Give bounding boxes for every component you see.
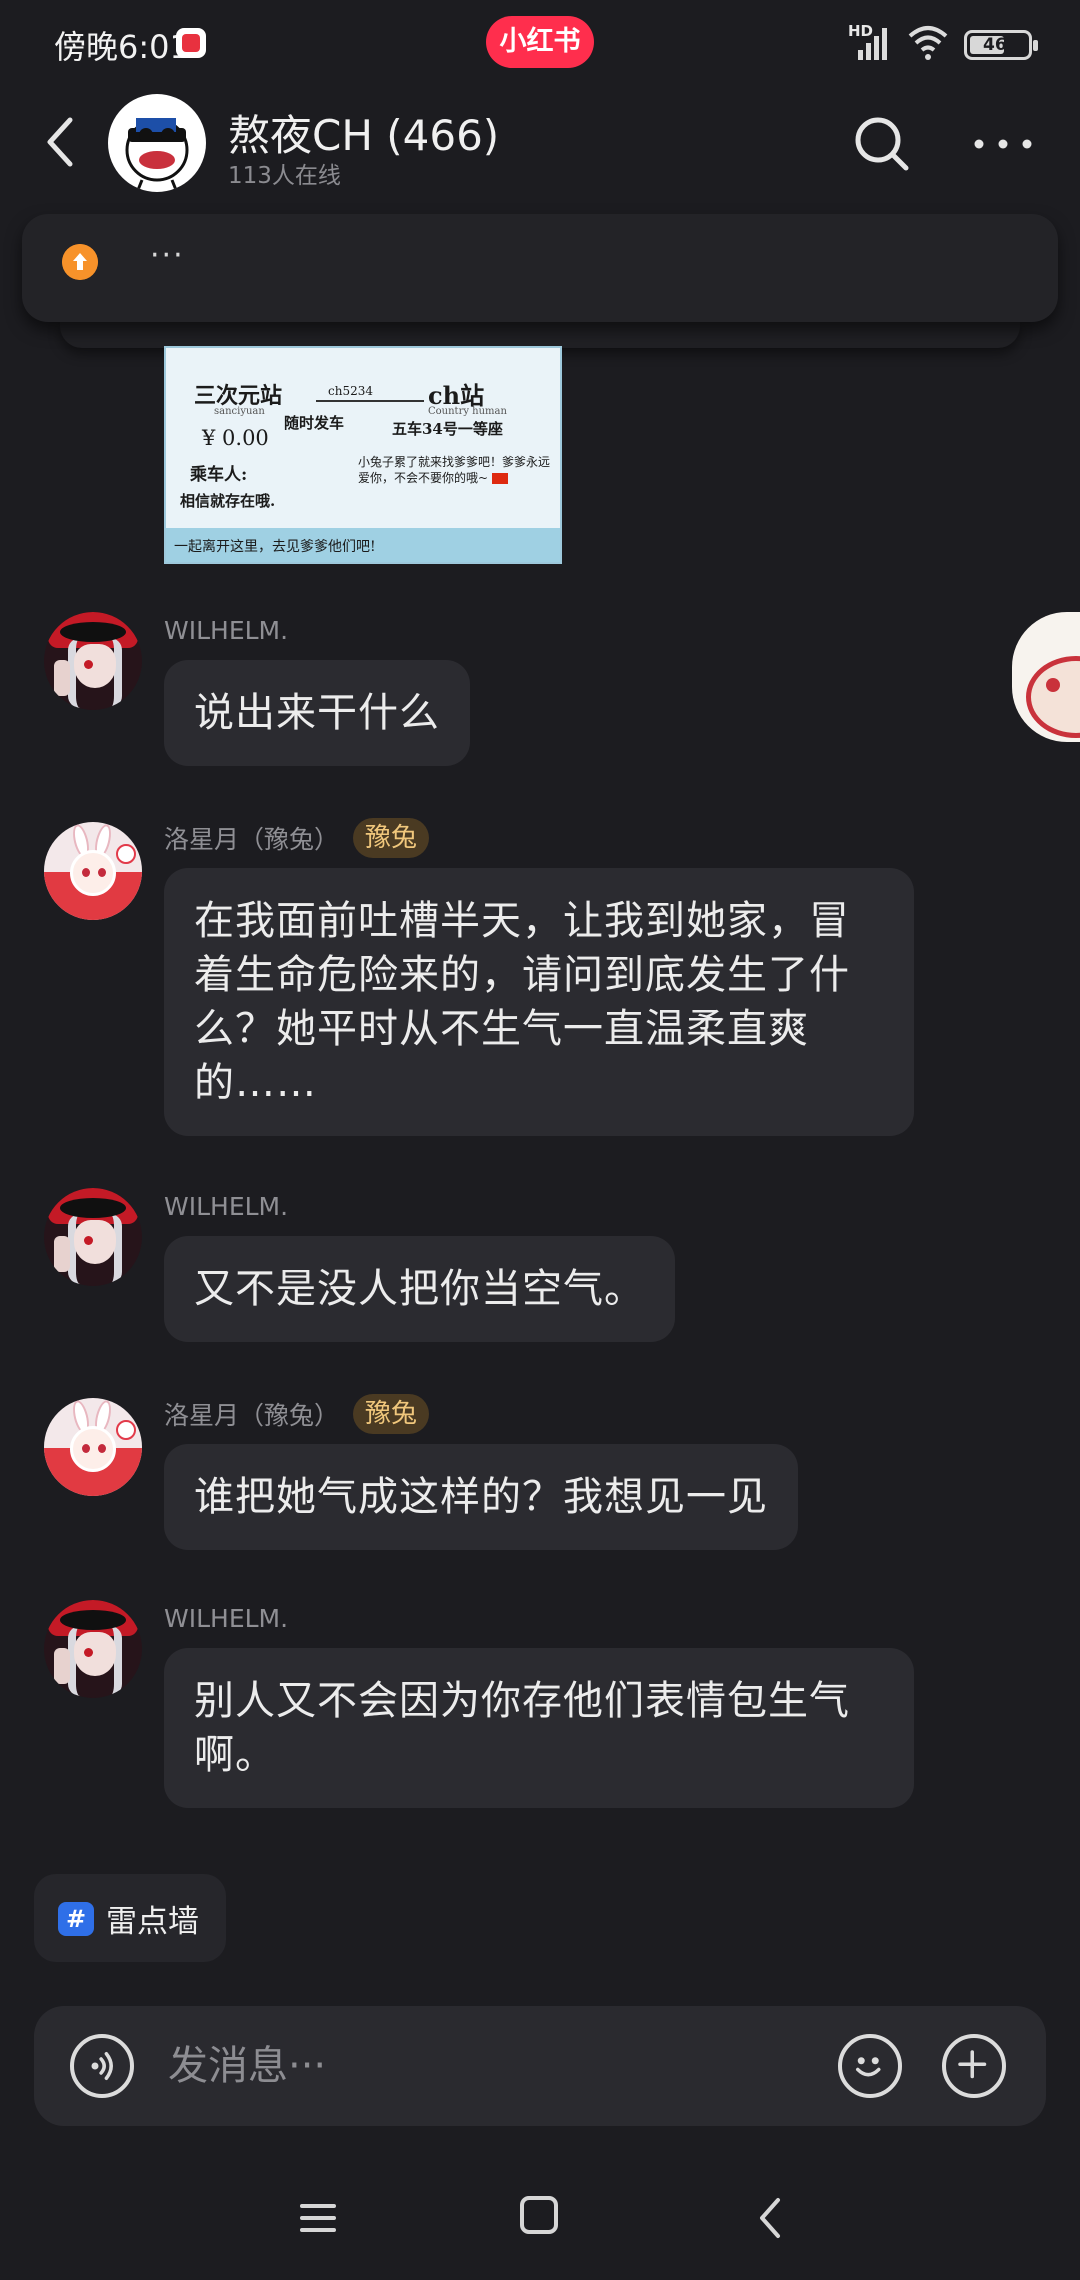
- wifi-icon: [908, 26, 948, 60]
- topic-label: 雷点墙: [106, 1904, 199, 1940]
- status-bar: 傍晚6:01 小红书 HD 46: [0, 0, 1080, 84]
- signal-icon: [858, 28, 887, 60]
- pinned-card-shadow: [60, 322, 1020, 348]
- avatar-wilhelm[interactable]: [44, 1600, 142, 1698]
- floating-sticker[interactable]: [1012, 612, 1080, 742]
- ticket-to-sub: Country human: [428, 406, 507, 417]
- sender-name: 洛星月（豫兔）: [164, 1401, 340, 1430]
- ticket-departure: 随时发车: [284, 414, 345, 432]
- emoji-icon[interactable]: [838, 2034, 902, 2098]
- sender-row: 洛星月（豫兔） 豫兔: [164, 1394, 430, 1434]
- message-bubble[interactable]: 谁把她气成这样的？我想见一见: [164, 1444, 798, 1550]
- message-bubble[interactable]: 又不是没人把你当空气。: [164, 1236, 675, 1342]
- topic-chip[interactable]: # 雷点墙: [34, 1874, 226, 1962]
- ticket-arrow: [316, 400, 424, 402]
- app-badge: 小红书: [486, 16, 594, 68]
- online-count: 113人在线: [228, 163, 341, 189]
- ticket-seat: 五车34号一等座: [392, 420, 503, 438]
- message-composer: [34, 2006, 1046, 2126]
- more-dots-icon[interactable]: [970, 124, 1036, 164]
- group-title: 熬夜CH (466): [228, 111, 500, 160]
- ticket-from-sub: sanciyuan: [214, 406, 265, 417]
- shared-ticket-image[interactable]: 三次元站 sanciyuan ch5234 随时发车 ch站 Country h…: [164, 346, 562, 564]
- sender-row: 洛星月（豫兔） 豫兔: [164, 818, 430, 858]
- hashtag-icon: #: [58, 1902, 94, 1936]
- flag-icon: [491, 473, 508, 484]
- battery-icon: 46: [964, 30, 1038, 60]
- sender-name: 洛星月（豫兔）: [164, 825, 340, 854]
- system-nav-bar: [0, 2160, 1080, 2280]
- ticket-code: ch5234: [328, 384, 373, 398]
- search-icon[interactable]: [852, 114, 912, 174]
- chat-header: 熬夜CH (466) 113人在线: [0, 84, 1080, 204]
- sender-name: WILHELM.: [164, 1604, 289, 1633]
- recent-apps-icon[interactable]: [298, 2198, 338, 2238]
- message-bubble[interactable]: 别人又不会因为你存他们表情包生气啊。: [164, 1648, 914, 1808]
- group-avatar[interactable]: [108, 94, 206, 192]
- sender-name: WILHELM.: [164, 616, 289, 645]
- back-button[interactable]: [40, 110, 84, 174]
- sender-name: WILHELM.: [164, 1192, 289, 1221]
- sender-badge: 豫兔: [353, 1394, 430, 1434]
- message-bubble[interactable]: 在我面前吐槽半天，让我到她家，冒着生命危险来的，请问到底发生了什么？她平时从不生…: [164, 868, 914, 1136]
- message-input[interactable]: [168, 2032, 808, 2100]
- ticket-passenger: 相信就存在哦.: [180, 492, 276, 510]
- sender-badge: 豫兔: [353, 818, 430, 858]
- avatar-luoxingyue[interactable]: [44, 822, 142, 920]
- avatar-luoxingyue[interactable]: [44, 1398, 142, 1496]
- avatar-wilhelm[interactable]: [44, 612, 142, 710]
- status-time: 傍晚6:01: [54, 28, 190, 66]
- avatar-wilhelm[interactable]: [44, 1188, 142, 1286]
- pinned-notice[interactable]: ···: [22, 214, 1058, 322]
- pinned-text: ···: [150, 238, 185, 273]
- battery-level: 46: [983, 35, 1007, 55]
- group-avatar-image: [125, 118, 189, 191]
- ticket-note-text: 小兔子累了就来找爹爹吧！爹爹永远爱你，不会不要你的哦~: [358, 455, 551, 485]
- ticket-note: 小兔子累了就来找爹爹吧！爹爹永远爱你，不会不要你的哦~: [358, 454, 550, 486]
- pin-up-icon: [62, 244, 98, 280]
- message-bubble[interactable]: 说出来干什么: [164, 660, 470, 766]
- notification-icon: [176, 28, 206, 58]
- ticket-passenger-label: 乘车人:: [190, 465, 248, 485]
- plus-icon[interactable]: [942, 2034, 1006, 2098]
- home-icon[interactable]: [520, 2196, 558, 2234]
- ticket-footer: 一起离开这里，去见爹爹他们吧!: [166, 528, 560, 562]
- voice-icon[interactable]: [70, 2034, 134, 2098]
- nav-back-icon[interactable]: [750, 2194, 790, 2242]
- ticket-price: ¥ 0.00: [202, 426, 269, 450]
